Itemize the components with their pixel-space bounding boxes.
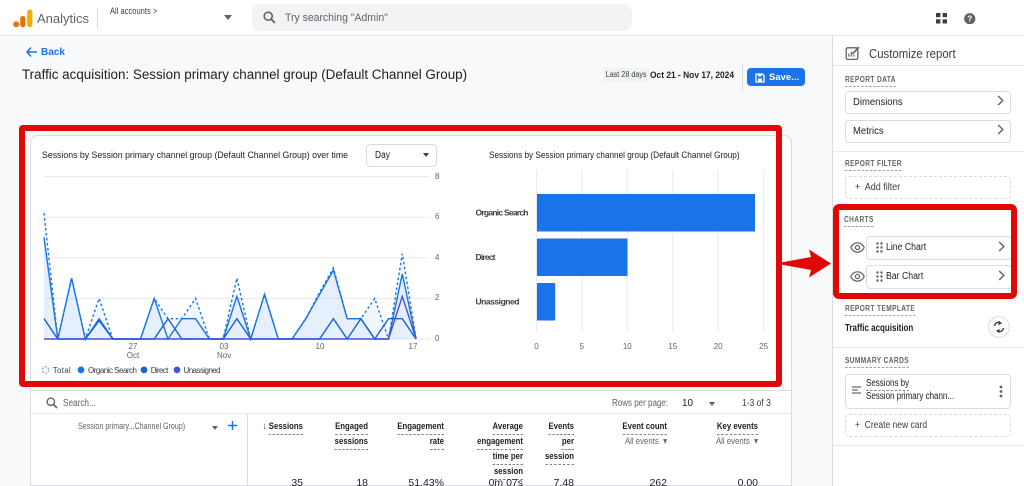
svg-text:?: ?: [967, 14, 972, 23]
